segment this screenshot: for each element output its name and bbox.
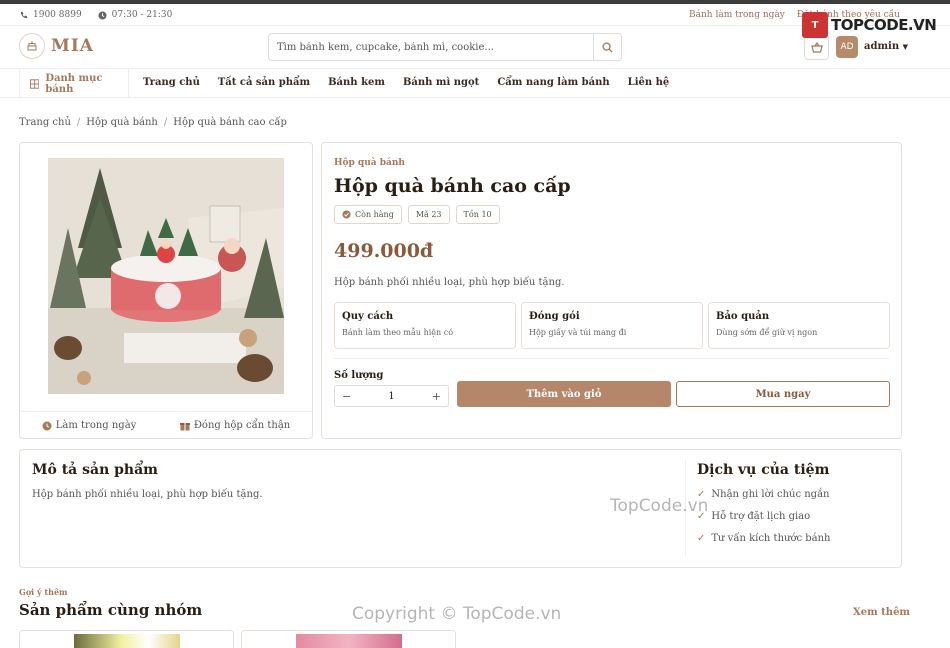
main-nav: Danh mục bánh Trang chủ Tất cả sản phẩm … xyxy=(0,68,950,98)
related-product-card[interactable] xyxy=(241,630,456,648)
gallery-features: Làm trong ngày Đóng hộp cẩn thận xyxy=(20,411,312,439)
category-menu-label: Danh mục bánh xyxy=(45,72,103,95)
phone-icon xyxy=(20,11,28,18)
caret-down-icon: ▼ xyxy=(902,42,908,51)
service-text: Nhận ghi lời chúc ngắn xyxy=(711,489,830,500)
divider xyxy=(334,358,889,359)
spec-title: Quy cách xyxy=(342,311,394,322)
topcode-logo-text: TOPCODE.VN xyxy=(831,16,937,34)
description-text: Hộp bánh phối nhiều loại, phù hợp biếu t… xyxy=(32,489,263,500)
search-box xyxy=(268,33,622,61)
feature-same-day: Làm trong ngày xyxy=(42,420,137,431)
add-to-cart-button[interactable]: Thêm vào giỏ xyxy=(457,381,671,407)
spec-format: Quy cách Bánh làm theo mẫu hiện có xyxy=(334,302,516,349)
breadcrumb-separator: / xyxy=(163,117,168,128)
spec-storage: Bảo quản Dùng sớm để giữ vị ngon xyxy=(708,302,890,349)
related-label: Gợi ý thêm xyxy=(19,587,68,597)
related-product-card[interactable] xyxy=(19,630,234,648)
site-logo[interactable]: MIA xyxy=(19,33,94,59)
breadcrumb-current: Hộp quà bánh cao cấp xyxy=(173,117,287,128)
buy-now-button[interactable]: Mua ngay xyxy=(676,381,890,407)
spec-packaging: Đóng gói Hộp giấy và túi mang đi xyxy=(521,302,703,349)
user-menu[interactable]: admin ▼ xyxy=(864,41,908,52)
decrease-button[interactable]: − xyxy=(342,390,351,403)
breadcrumb: Trang chủ / Hộp quà bánh / Hộp quà bánh … xyxy=(19,117,287,128)
breadcrumb-category[interactable]: Hộp quà bánh xyxy=(86,117,158,128)
feature-packaging: Đóng hộp cẩn thận xyxy=(179,420,291,431)
spec-title: Đóng gói xyxy=(529,311,580,322)
see-more-link[interactable]: Xem thêm xyxy=(853,607,910,618)
feature-packaging-label: Đóng hộp cẩn thận xyxy=(193,420,291,431)
nav-baking-guide[interactable]: Cẩm nang làm bánh xyxy=(497,77,609,88)
service-text: Hỗ trợ đặt lịch giao xyxy=(711,511,811,522)
services-title: Dịch vụ của tiệm xyxy=(697,462,830,478)
service-item: ✓ Tư vấn kích thước bánh xyxy=(697,533,831,544)
opening-hours: 07:30 - 21:30 xyxy=(111,10,173,20)
product-title: Hộp quà bánh cao cấp xyxy=(334,175,571,197)
check-circle-icon xyxy=(342,210,351,219)
quantity-stepper: − 1 + xyxy=(334,385,449,407)
quantity-value[interactable]: 1 xyxy=(388,391,394,402)
clock-icon xyxy=(42,421,52,430)
product-details: Mô tả sản phẩm Hộp bánh phối nhiều loại,… xyxy=(19,449,902,568)
stock-status-badge: Còn hàng xyxy=(334,205,402,224)
spec-text: Bánh làm theo mẫu hiện có xyxy=(342,328,454,337)
stock-status-text: Còn hàng xyxy=(355,210,394,219)
related-product-image xyxy=(74,634,180,648)
product-short-description: Hộp bánh phối nhiều loại, phù hợp biếu t… xyxy=(334,277,565,288)
breadcrumb-home[interactable]: Trang chủ xyxy=(19,117,71,128)
search-button[interactable] xyxy=(593,34,621,60)
grid-icon xyxy=(30,78,40,89)
nav-all-products[interactable]: Tất cả sản phẩm xyxy=(218,77,310,88)
watermark-text: TopCode.vn xyxy=(610,496,709,516)
topcode-logo: T TOPCODE.VN xyxy=(802,12,937,38)
services-list: ✓ Nhận ghi lời chúc ngắn ✓ Hỗ trợ đặt lịch… xyxy=(697,489,831,544)
same-day-link[interactable]: Bánh làm trong ngày xyxy=(689,10,785,20)
cart-button[interactable] xyxy=(804,35,829,60)
product-image[interactable] xyxy=(48,158,284,394)
spec-list: Quy cách Bánh làm theo mẫu hiện có Đóng … xyxy=(334,302,890,349)
topcode-logo-mark: T xyxy=(802,12,828,38)
user-name: admin xyxy=(864,41,900,52)
spec-title: Bảo quản xyxy=(716,311,770,322)
nav-sweet-bread[interactable]: Bánh mì ngọt xyxy=(403,77,479,88)
quantity-label: Số lượng xyxy=(334,370,384,381)
related-title: Sản phẩm cùng nhóm xyxy=(19,601,203,619)
related-product-image xyxy=(296,634,402,648)
search-icon xyxy=(602,41,613,53)
product-badges: Còn hàng Mã 23 Tồn 10 xyxy=(334,205,500,224)
category-menu-button[interactable]: Danh mục bánh xyxy=(19,69,129,98)
spec-text: Hộp giấy và túi mang đi xyxy=(529,328,627,337)
copyright-watermark: Copyright © TopCode.vn xyxy=(352,604,562,624)
service-text: Tư vấn kích thước bánh xyxy=(711,533,831,544)
avatar[interactable]: AD xyxy=(836,36,858,58)
logo-text: MIA xyxy=(51,36,94,56)
basket-icon xyxy=(810,42,823,53)
product-code-badge: Mã 23 xyxy=(407,205,450,224)
nav-cakes[interactable]: Bánh kem xyxy=(328,77,385,88)
description-title: Mô tả sản phẩm xyxy=(32,462,158,478)
search-input[interactable] xyxy=(269,34,593,60)
product-info: Hộp quà bánh Hộp quà bánh cao cấp Còn hà… xyxy=(321,142,902,439)
nav-home[interactable]: Trang chủ xyxy=(143,77,200,88)
breadcrumb-separator: / xyxy=(76,117,81,128)
product-price: 499.000đ xyxy=(334,240,434,262)
product-category[interactable]: Hộp quà bánh xyxy=(334,158,405,168)
cake-icon xyxy=(19,33,45,59)
nav-contact[interactable]: Liên hệ xyxy=(628,77,670,88)
clock-icon xyxy=(98,10,107,20)
increase-button[interactable]: + xyxy=(432,390,441,403)
product-gallery: Làm trong ngày Đóng hộp cẩn thận xyxy=(19,142,313,439)
phone-number: 1900 8899 xyxy=(33,10,82,20)
gift-box-icon xyxy=(179,422,190,431)
spec-text: Dùng sớm để giữ vị ngon xyxy=(716,328,818,337)
hours-info: 07:30 - 21:30 xyxy=(98,10,173,20)
check-icon: ✓ xyxy=(697,533,706,544)
service-item: ✓ Hỗ trợ đặt lịch giao xyxy=(697,511,831,522)
phone-info: 1900 8899 xyxy=(19,10,82,20)
service-item: ✓ Nhận ghi lời chúc ngắn xyxy=(697,489,831,500)
feature-same-day-label: Làm trong ngày xyxy=(55,420,137,431)
stock-count-badge: Tồn 10 xyxy=(455,205,500,224)
